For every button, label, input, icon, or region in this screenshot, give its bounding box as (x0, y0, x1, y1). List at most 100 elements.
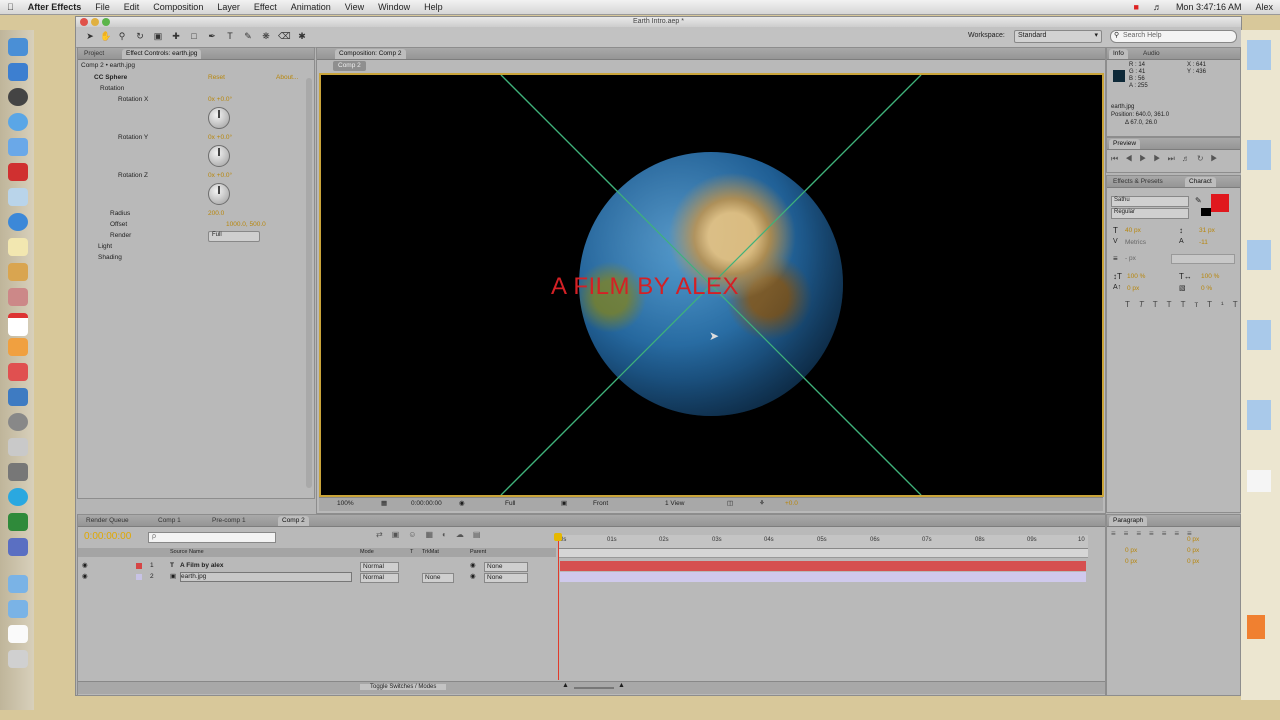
settings-gear-icon[interactable] (8, 413, 28, 431)
col-t[interactable]: T (410, 548, 413, 557)
font-family-select[interactable]: Sathu (1111, 196, 1189, 207)
prop-shading[interactable]: Shading (98, 254, 122, 261)
layer-name[interactable]: earth.jpg (180, 572, 352, 582)
calendar-icon[interactable] (8, 313, 28, 336)
rotation-z-dial[interactable] (208, 183, 230, 205)
photo-booth-icon[interactable] (8, 163, 28, 181)
prop-render[interactable]: Render (110, 232, 131, 239)
loop-icon[interactable]: ↻ (1197, 154, 1211, 163)
effect-controls-scrollbar[interactable] (306, 78, 312, 488)
fill-color-swatch[interactable] (1211, 194, 1229, 212)
graph-editor-icon[interactable]: ▤ (473, 530, 490, 539)
camera-tool-icon[interactable]: ▣ (152, 30, 164, 42)
justify-center-icon[interactable]: ≡ (1162, 529, 1175, 538)
prop-rotation-y[interactable]: Rotation Y (118, 134, 148, 141)
menu-view[interactable]: View (338, 2, 371, 12)
all-caps-icon[interactable]: TT (1153, 300, 1181, 309)
desktop-file-icon[interactable] (1247, 470, 1271, 492)
tab-paragraph[interactable]: Paragraph (1109, 516, 1148, 526)
prop-offset[interactable]: Offset (110, 221, 127, 228)
search-help-input[interactable]: ⚲ Search Help (1110, 30, 1237, 43)
type-tool-icon[interactable]: T (224, 30, 236, 42)
preview-icon[interactable] (8, 438, 28, 456)
effect-name[interactable]: CC Sphere (94, 74, 127, 81)
app-store-icon[interactable] (8, 213, 28, 231)
layer-row[interactable]: ◉ 2 ▣ earth.jpg Normal None ◉ None (78, 572, 556, 583)
finder-icon[interactable] (8, 38, 28, 56)
prev-frame-icon[interactable]: ◀ (1125, 154, 1139, 163)
ram-preview-icon[interactable]: ▶ (1211, 154, 1225, 163)
skype-icon[interactable] (8, 488, 28, 506)
zoom-button[interactable] (102, 18, 110, 26)
desktop-file-icon[interactable] (1247, 40, 1271, 70)
menu-edit[interactable]: Edit (117, 2, 147, 12)
menu-layer[interactable]: Layer (210, 2, 247, 12)
indent-left-value[interactable]: 0 px (1125, 547, 1137, 554)
rotate-tool-icon[interactable]: ↻ (134, 30, 146, 42)
frame-blend-icon[interactable]: ▦ (425, 530, 442, 539)
menu-effect[interactable]: Effect (247, 2, 284, 12)
stroke-type-select[interactable] (1171, 254, 1235, 264)
record-icon[interactable]: ■ (1127, 2, 1146, 12)
current-time-display[interactable]: 0:00:00:00 (84, 531, 131, 542)
puppet-tool-icon[interactable]: ✱ (296, 30, 308, 42)
layer-row[interactable]: ◉ 1 T A Film by alex Normal ◉ None (78, 561, 556, 572)
align-right-icon[interactable]: ≡ (1136, 529, 1149, 538)
spreadsheet-icon[interactable] (8, 513, 28, 531)
align-center-icon[interactable]: ≡ (1124, 529, 1137, 538)
layer-parent-select[interactable]: None (484, 562, 528, 572)
col-mode[interactable]: Mode (360, 548, 374, 557)
system-prefs-icon[interactable] (8, 63, 28, 81)
apple-menu-icon[interactable]:  (0, 2, 21, 12)
snapshot-icon[interactable]: ◉ (459, 499, 465, 507)
visibility-eye-icon[interactable]: ◉ (82, 561, 88, 571)
layer-label-color[interactable] (136, 563, 142, 569)
tab-pre-comp-1[interactable]: Pre-comp 1 (208, 516, 250, 526)
motion-blur-icon[interactable]: ◐ (442, 530, 456, 539)
kerning-value[interactable]: Metrics (1125, 239, 1146, 246)
workspace-select[interactable]: Standard ▾ (1014, 30, 1102, 43)
col-trkmat[interactable]: TrkMat (422, 548, 439, 557)
ical-icon[interactable] (8, 338, 28, 356)
time-ruler[interactable]: 0s 01s 02s 03s 04s 05s 06s 07s 08s 09s 1… (558, 535, 1088, 549)
clone-tool-icon[interactable]: ❋ (260, 30, 272, 42)
toggle-switches-modes-button[interactable]: Toggle Switches / Modes (360, 684, 447, 690)
menu-composition[interactable]: Composition (146, 2, 210, 12)
col-source-name[interactable]: Source Name (170, 548, 204, 557)
prop-rotation-group[interactable]: Rotation (100, 85, 124, 92)
tab-preview[interactable]: Preview (1109, 139, 1141, 149)
prop-light[interactable]: Light (98, 243, 112, 250)
after-effects-icon[interactable] (8, 538, 28, 556)
zoom-select[interactable]: 100% (337, 500, 354, 507)
current-time-indicator[interactable] (558, 535, 559, 680)
parent-pickwhip-icon[interactable]: ◉ (470, 561, 476, 571)
justify-left-icon[interactable]: ≡ (1149, 529, 1162, 538)
selection-tool-icon[interactable]: ➤ (84, 30, 96, 42)
fast-preview-icon[interactable]: ◫ (727, 499, 733, 507)
tab-comp-2[interactable]: Comp 2 (278, 516, 309, 526)
menu-file[interactable]: File (88, 2, 117, 12)
menu-animation[interactable]: Animation (284, 2, 338, 12)
tab-info[interactable]: Info (1109, 49, 1128, 59)
notes-icon[interactable] (8, 238, 28, 256)
eraser-tool-icon[interactable]: ⌫ (278, 30, 291, 42)
volume-icon[interactable]: ♬ (1146, 2, 1169, 12)
itunes-icon[interactable] (8, 188, 28, 206)
superscript-icon[interactable]: T¹ (1207, 300, 1233, 309)
dashboard-icon[interactable] (8, 88, 28, 106)
menu-window[interactable]: Window (371, 2, 417, 12)
layer-bar-text[interactable] (560, 561, 1086, 571)
tab-comp-1[interactable]: Comp 1 (154, 516, 185, 526)
layer-label-color[interactable] (136, 574, 142, 580)
resolution-select[interactable]: Full (505, 500, 515, 507)
desktop-file-icon[interactable] (1247, 320, 1271, 350)
horizontal-scale-value[interactable]: 100 % (1201, 273, 1219, 280)
small-caps-icon[interactable]: Tт (1181, 300, 1208, 309)
minimize-button[interactable] (91, 18, 99, 26)
eyedropper-icon[interactable]: ✎ (1195, 196, 1202, 205)
brainstorm-icon[interactable]: ☁ (456, 530, 473, 539)
tab-project[interactable]: Project (80, 49, 108, 59)
pdf-icon[interactable] (8, 363, 28, 381)
layer-trkmat-select[interactable]: None (422, 573, 454, 583)
leading-value[interactable]: 31 px (1199, 227, 1215, 234)
